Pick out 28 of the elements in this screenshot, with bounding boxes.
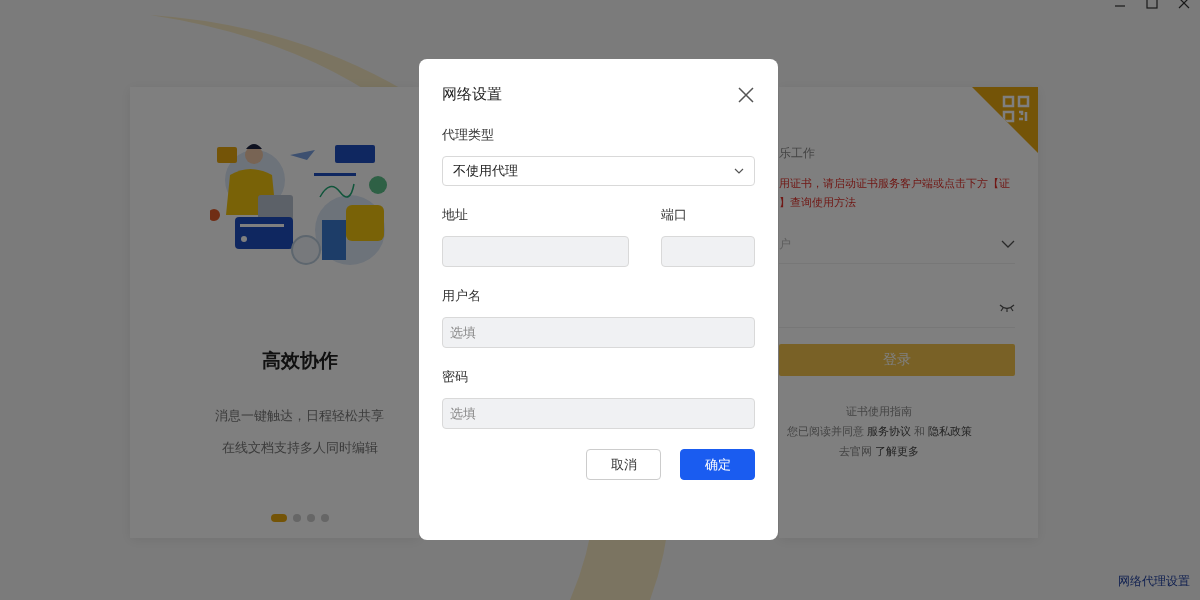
subtitle: 乐工作 bbox=[779, 145, 816, 162]
field-label: 用户名 bbox=[442, 287, 482, 305]
field-label: 端口 bbox=[661, 206, 688, 224]
carousel-dot[interactable] bbox=[306, 514, 315, 522]
eye-closed-icon bbox=[999, 304, 1015, 312]
carousel-dot[interactable] bbox=[292, 514, 301, 522]
learn-more-link[interactable]: 了解更多 bbox=[875, 444, 919, 459]
cancel-button[interactable]: 取消 bbox=[586, 449, 661, 480]
certificate-notice: 】查询使用方法 bbox=[779, 195, 856, 211]
proxy-type-select[interactable]: 不使用代理 bbox=[442, 156, 755, 186]
carousel-dot[interactable] bbox=[320, 514, 329, 522]
field-label: 地址 bbox=[442, 206, 469, 224]
chevron-down-icon bbox=[1001, 240, 1015, 248]
confirm-button[interactable]: 确定 bbox=[680, 449, 755, 480]
close-button[interactable] bbox=[737, 85, 755, 104]
field-label: 密码 bbox=[442, 368, 469, 386]
maximize-icon bbox=[1143, 0, 1161, 10]
proxy-settings-link[interactable]: 网络代理设置 bbox=[1118, 573, 1190, 590]
privacy-link[interactable]: 隐私政策 bbox=[927, 424, 972, 439]
slide-description: 在线文档支持多人同时编辑 bbox=[221, 439, 378, 457]
terms-link[interactable]: 服务协议 bbox=[866, 424, 911, 439]
certificate-notice: 用证书，请启动证书服务客户端或点击下方【证 bbox=[779, 176, 1010, 192]
slide-title: 高效协作 bbox=[261, 348, 338, 373]
qr-code-icon bbox=[1002, 95, 1030, 123]
dialog-title: 网络设置 bbox=[442, 85, 502, 104]
close-icon bbox=[737, 85, 755, 104]
field-label: 代理类型 bbox=[442, 126, 495, 144]
chevron-down-icon bbox=[734, 168, 744, 174]
